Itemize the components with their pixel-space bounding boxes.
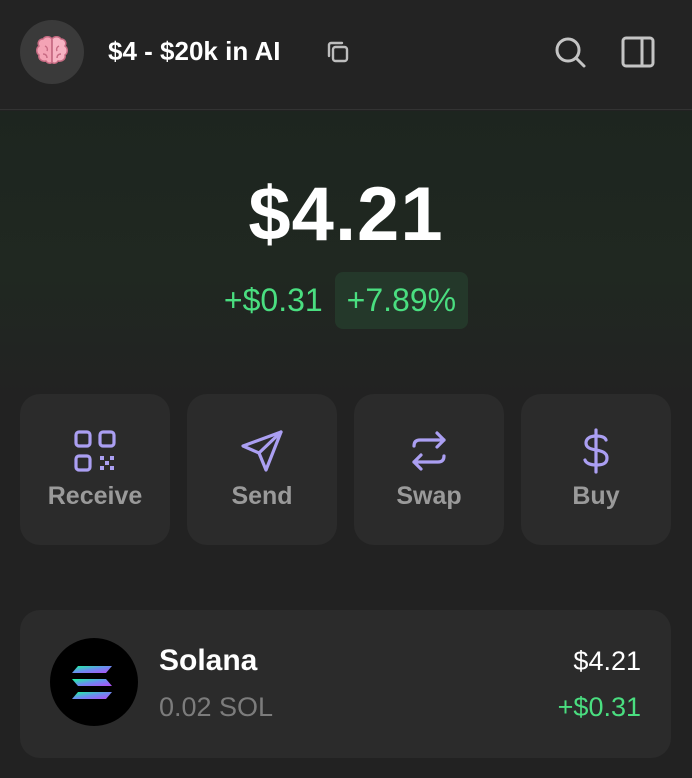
- token-value: $4.21: [573, 646, 641, 676]
- brain-icon: [36, 36, 68, 64]
- dollar-icon: [583, 428, 609, 474]
- total-balance: $4.21: [248, 172, 444, 257]
- qr-code-icon: [74, 430, 116, 472]
- balance-change: +$0.31 +7.89%: [0, 272, 692, 329]
- change-amount: +$0.31: [223, 282, 323, 318]
- header-bar: $4 - $20k in AI: [0, 0, 692, 110]
- token-amount: 0.02 SOL: [159, 692, 274, 722]
- buy-label: Buy: [572, 482, 620, 510]
- account-avatar[interactable]: [20, 20, 84, 84]
- send-button[interactable]: Send: [187, 394, 337, 545]
- token-row-solana[interactable]: Solana 0.02 SOL $4.21 +$0.31: [20, 610, 671, 758]
- swap-icon: [412, 431, 446, 471]
- receive-button[interactable]: Receive: [20, 394, 170, 545]
- wallet-name[interactable]: $4 - $20k in AI: [108, 36, 280, 67]
- copy-icon[interactable]: [324, 38, 352, 66]
- swap-label: Swap: [396, 482, 462, 510]
- change-percent-badge: +7.89%: [334, 272, 469, 329]
- token-name: Solana: [159, 644, 258, 677]
- send-label: Send: [231, 482, 293, 510]
- swap-button[interactable]: Swap: [354, 394, 504, 545]
- sidebar-toggle-icon[interactable]: [620, 34, 656, 70]
- search-icon[interactable]: [552, 34, 588, 70]
- send-icon: [241, 430, 283, 472]
- buy-button[interactable]: Buy: [521, 394, 671, 545]
- action-buttons: Receive Send Swap Buy: [20, 394, 671, 545]
- solana-logo-icon: [50, 638, 138, 726]
- token-change: +$0.31: [557, 692, 641, 722]
- receive-label: Receive: [47, 482, 143, 510]
